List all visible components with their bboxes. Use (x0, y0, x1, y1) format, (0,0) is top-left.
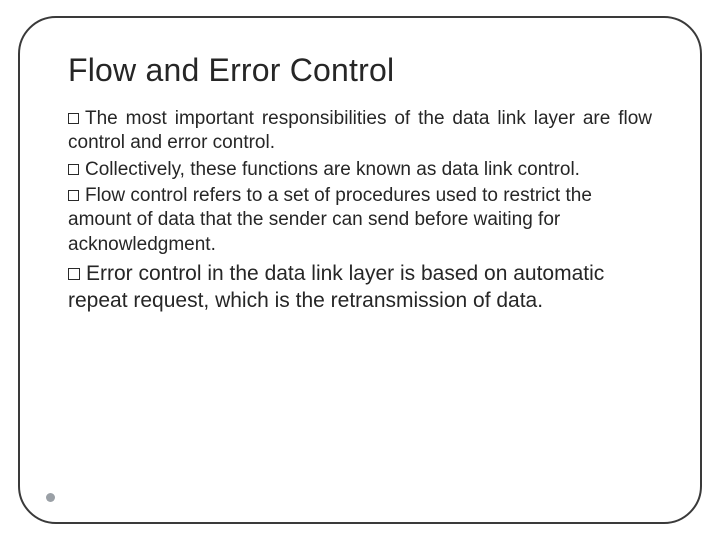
bullet-text: The most important responsibilities of t… (68, 108, 652, 153)
bullet-item: Error control in the data link layer is … (68, 261, 652, 315)
bullet-text: Error control in the data link layer is … (68, 262, 604, 312)
slide-title: Flow and Error Control (68, 52, 652, 89)
bullet-text: Collectively, these functions are known … (85, 159, 580, 180)
page-indicator-icon (46, 493, 55, 502)
square-bullet-icon (68, 190, 79, 201)
bullet-item: The most important responsibilities of t… (68, 107, 652, 156)
bullet-text: Flow control refers to a set of procedur… (68, 185, 592, 255)
slide-frame: Flow and Error Control The most importan… (18, 16, 702, 524)
slide: Flow and Error Control The most importan… (0, 0, 720, 540)
bullet-item: Flow control refers to a set of procedur… (68, 184, 652, 257)
bullet-item: Collectively, these functions are known … (68, 158, 652, 182)
square-bullet-icon (68, 164, 79, 175)
slide-body: The most important responsibilities of t… (68, 107, 652, 315)
square-bullet-icon (68, 113, 79, 124)
square-bullet-icon (68, 268, 80, 280)
